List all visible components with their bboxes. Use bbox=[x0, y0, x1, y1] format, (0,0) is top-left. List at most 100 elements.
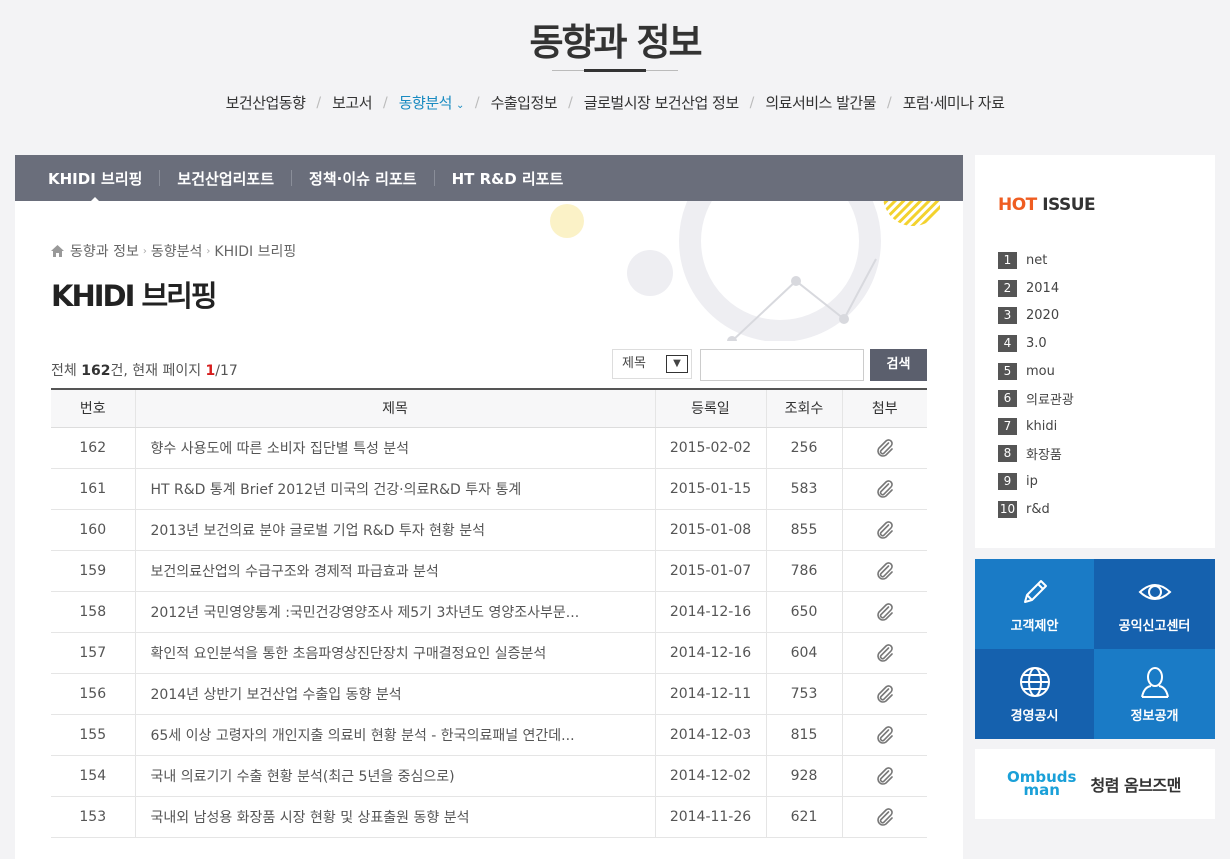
tab-khidi-briefing[interactable]: KHIDI 브리핑 bbox=[48, 168, 142, 204]
hot-issue-keyword: r&d bbox=[1026, 501, 1050, 517]
cell-title[interactable]: 국내 의료기기 수출 현황 분석(최근 5년을 중심으로) bbox=[134, 755, 655, 797]
table-row[interactable]: 161 HT R&D 통계 Brief 2012년 미국의 건강·의료R&D 투자… bbox=[51, 468, 927, 510]
chevron-right-icon: › bbox=[142, 245, 147, 257]
nav-item-reports[interactable]: 보고서 bbox=[332, 92, 372, 113]
cell-views: 604 bbox=[765, 632, 842, 674]
search-select-value: 제목 bbox=[622, 356, 646, 371]
paperclip-icon[interactable] bbox=[875, 602, 895, 622]
table-row[interactable]: 157 확인적 요인분석을 통한 초음파영상진단장치 구매결정요인 실증분석 201… bbox=[51, 632, 927, 674]
ombudsman-banner[interactable]: Ombuds man 청렴 옴브즈맨 bbox=[975, 749, 1215, 819]
current-page: 1 bbox=[205, 363, 216, 379]
decorative-graphic bbox=[550, 201, 940, 341]
quick-link-management-disclosure[interactable]: 경영공시 bbox=[975, 649, 1094, 739]
search-input[interactable] bbox=[700, 349, 864, 381]
cell-title[interactable]: 보건의료산업의 수급구조와 경제적 파급효과 분석 bbox=[134, 550, 655, 592]
cell-title[interactable]: 향수 사용도에 따른 소비자 집단별 특성 분석 bbox=[134, 427, 655, 469]
summary-unit: 건, 현재 페이지 bbox=[110, 363, 206, 379]
nav-item-global-market[interactable]: 글로벌시장 보건산업 정보 bbox=[584, 92, 739, 113]
hot-issue-item[interactable]: 8 화장품 bbox=[998, 440, 1074, 468]
nav-separator: / bbox=[383, 94, 388, 111]
paperclip-icon[interactable] bbox=[875, 684, 895, 704]
tab-policy-issue-report[interactable]: 정책·이슈 리포트 bbox=[309, 168, 417, 189]
paperclip-icon[interactable] bbox=[875, 766, 895, 786]
cell-title[interactable]: 65세 이상 고령자의 개인지출 의료비 현황 분석 - 한국의료패널 연간데.… bbox=[134, 714, 655, 756]
cell-views: 855 bbox=[765, 509, 842, 551]
table-row[interactable]: 156 2014년 상반기 보건산업 수출입 동향 분석 2014-12-11 753 bbox=[51, 673, 927, 715]
hot-issue-item[interactable]: 2 2014 bbox=[998, 275, 1074, 303]
hot-issue-item[interactable]: 9 ip bbox=[998, 468, 1074, 496]
cell-date: 2014-12-11 bbox=[654, 673, 766, 715]
cell-views: 753 bbox=[765, 673, 842, 715]
quick-link-customer-proposal[interactable]: 고객제안 bbox=[975, 559, 1094, 649]
table-row[interactable]: 162 향수 사용도에 따른 소비자 집단별 특성 분석 2015-02-02 256 bbox=[51, 427, 927, 469]
main-panel: KHIDI 브리핑 보건산업리포트 정책·이슈 리포트 HT R&D 리포트 동… bbox=[15, 155, 963, 859]
paperclip-icon[interactable] bbox=[875, 643, 895, 663]
tab-health-industry-report[interactable]: 보건산업리포트 bbox=[177, 168, 274, 189]
hot-issue-keyword: 화장품 bbox=[1026, 448, 1062, 464]
table-row[interactable]: 159 보건의료산업의 수급구조와 경제적 파급효과 분석 2015-01-07 78… bbox=[51, 550, 927, 592]
hot-issue-item[interactable]: 1 net bbox=[998, 247, 1074, 275]
hot-issue-item[interactable]: 7 khidi bbox=[998, 413, 1074, 441]
cell-title[interactable]: 2013년 보건의료 분야 글로벌 기업 R&D 투자 현황 분석 bbox=[134, 509, 655, 551]
tab-ht-rnd-report[interactable]: HT R&D 리포트 bbox=[452, 168, 564, 189]
cell-title[interactable]: 확인적 요인분석을 통한 초음파영상진단장치 구매결정요인 실증분석 bbox=[134, 632, 655, 674]
cell-date: 2014-12-16 bbox=[654, 591, 766, 633]
rank-badge: 9 bbox=[998, 473, 1017, 491]
breadcrumb-item[interactable]: 동향분석 bbox=[151, 241, 203, 261]
nav-item-trend-analysis[interactable]: 동향분석 ⌄ bbox=[399, 92, 465, 113]
search-button[interactable]: 검색 bbox=[870, 349, 927, 381]
breadcrumb-item[interactable]: KHIDI 브리핑 bbox=[214, 241, 296, 261]
paperclip-icon[interactable] bbox=[875, 561, 895, 581]
home-icon[interactable] bbox=[51, 245, 64, 257]
nav-separator: / bbox=[474, 94, 480, 111]
hot-issue-item[interactable]: 4 3.0 bbox=[998, 330, 1074, 358]
cell-title[interactable]: 국내외 남성용 화장품 시장 현황 및 상표출원 동향 분석 bbox=[134, 796, 655, 838]
sub-tabs: KHIDI 브리핑 보건산업리포트 정책·이슈 리포트 HT R&D 리포트 bbox=[15, 155, 963, 204]
nav-item-medical-service-publications[interactable]: 의료서비스 발간물 bbox=[765, 92, 876, 113]
column-header-attachment: 첨부 bbox=[841, 388, 927, 428]
cell-number: 156 bbox=[51, 673, 135, 715]
cell-number: 158 bbox=[51, 591, 135, 633]
cell-attachment bbox=[841, 509, 927, 551]
tab-divider bbox=[433, 170, 435, 186]
search-field-select[interactable]: 제목 ▼ bbox=[612, 349, 692, 379]
table-row[interactable]: 160 2013년 보건의료 분야 글로벌 기업 R&D 투자 현황 분석 2015… bbox=[51, 509, 927, 551]
cell-date: 2015-01-15 bbox=[654, 468, 766, 510]
hot-issue-item[interactable]: 6 의료관광 bbox=[998, 385, 1074, 413]
breadcrumb-item[interactable]: 동향과 정보 bbox=[70, 241, 139, 261]
paperclip-icon[interactable] bbox=[875, 438, 895, 458]
nav-item-forum-seminar[interactable]: 포럼·세미나 자료 bbox=[903, 92, 1005, 113]
cell-date: 2015-01-08 bbox=[654, 509, 766, 551]
top-navigation: 보건산업동향 / 보고서 / 동향분석 ⌄ / 수출입정보 / 글로벌시장 보건산… bbox=[0, 92, 1230, 113]
table-row[interactable]: 158 2012년 국민영양통계 :국민건강영양조사 제5기 3차년도 영양조사부… bbox=[51, 591, 927, 633]
hot-issue-item[interactable]: 3 2020 bbox=[998, 302, 1074, 330]
cell-title[interactable]: 2012년 국민영양통계 :국민건강영양조사 제5기 3차년도 영양조사부문..… bbox=[134, 591, 655, 633]
cell-title[interactable]: HT R&D 통계 Brief 2012년 미국의 건강·의료R&D 투자 통계 bbox=[134, 468, 655, 510]
cell-number: 162 bbox=[51, 427, 135, 469]
hot-issue-keyword: net bbox=[1026, 253, 1048, 269]
table-row[interactable]: 155 65세 이상 고령자의 개인지출 의료비 현황 분석 - 한국의료패널 연… bbox=[51, 714, 927, 756]
quick-link-information-disclosure[interactable]: 정보공개 bbox=[1094, 649, 1215, 739]
hot-issue-item[interactable]: 5 mou bbox=[998, 357, 1074, 385]
paperclip-icon[interactable] bbox=[875, 520, 895, 540]
quick-link-whistleblower-center[interactable]: 공익신고센터 bbox=[1094, 559, 1215, 649]
paperclip-icon[interactable] bbox=[875, 807, 895, 827]
cell-date: 2015-02-02 bbox=[654, 427, 766, 469]
table-row[interactable]: 153 국내외 남성용 화장품 시장 현황 및 상표출원 동향 분석 2014-11… bbox=[51, 796, 927, 838]
hot-label: HOT bbox=[998, 195, 1037, 215]
paperclip-icon[interactable] bbox=[875, 725, 895, 745]
globe-icon bbox=[1019, 667, 1050, 697]
table-row[interactable]: 154 국내 의료기기 수출 현황 분석(최근 5년을 중심으로) 2014-12-… bbox=[51, 755, 927, 797]
briefing-table: 번호 제목 등록일 조회수 첨부 162 향수 사용도에 따른 소비자 집단별 특… bbox=[51, 388, 927, 838]
paperclip-icon[interactable] bbox=[875, 479, 895, 499]
hot-issue-item[interactable]: 10 r&d bbox=[998, 495, 1074, 523]
nav-item-import-export[interactable]: 수출입정보 bbox=[491, 92, 558, 113]
rank-badge: 8 bbox=[998, 445, 1017, 463]
cell-number: 155 bbox=[51, 714, 135, 756]
cell-title[interactable]: 2014년 상반기 보건산업 수출입 동향 분석 bbox=[134, 673, 655, 715]
list-summary: 전체 162건, 현재 페이지 1/17 bbox=[51, 360, 238, 380]
nav-item-health-industry-trends[interactable]: 보건산업동향 bbox=[226, 92, 306, 113]
table-header-row: 번호 제목 등록일 조회수 첨부 bbox=[51, 388, 927, 428]
column-header-number: 번호 bbox=[51, 388, 135, 428]
column-header-title: 제목 bbox=[134, 388, 655, 428]
